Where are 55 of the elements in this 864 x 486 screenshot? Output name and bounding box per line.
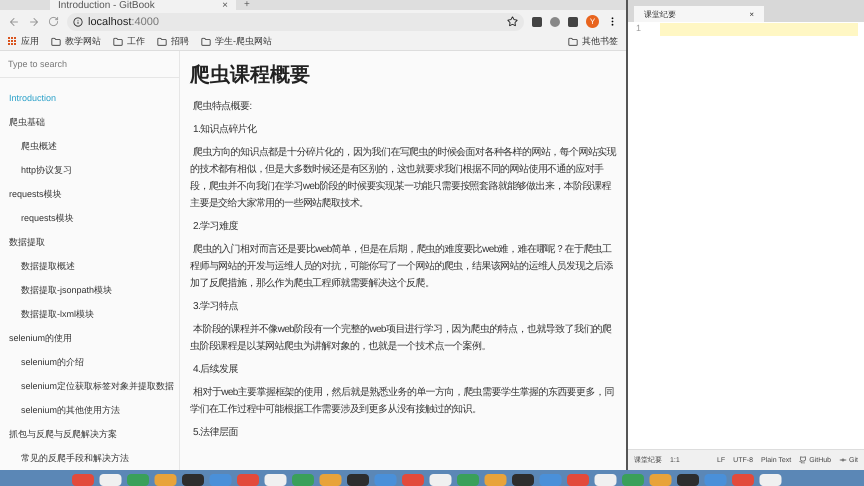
editor-tab[interactable]: 课堂纪要 × <box>634 6 764 22</box>
close-button[interactable]: × <box>222 1 228 10</box>
tab-title: Introduction - GitBook <box>58 1 155 10</box>
sidebar-item[interactable]: http协议复习 <box>0 158 179 182</box>
sidebar-item[interactable]: 数据提取-jsonpath模块 <box>0 278 179 302</box>
tab-title: 课堂纪要 <box>644 8 676 20</box>
github-icon <box>799 456 808 464</box>
bookmark[interactable]: 招聘 <box>157 35 189 48</box>
sidebar-item[interactable]: selenium的介绍 <box>0 350 179 374</box>
info-icon[interactable] <box>73 16 83 26</box>
sidebar-item[interactable]: selenium的使用 <box>0 326 179 350</box>
sidebar-item[interactable]: 爬虫概述 <box>0 134 179 158</box>
sidebar-item[interactable]: 常见的反爬手段和解决方法 <box>0 446 179 470</box>
address-bar[interactable]: localhost:4000 <box>67 12 524 30</box>
bookmark[interactable]: 其他书签 <box>568 35 618 48</box>
forward-icon[interactable] <box>28 16 40 28</box>
reload-icon[interactable] <box>48 16 59 27</box>
bookmark[interactable]: 教学网站 <box>51 35 101 48</box>
folder-icon <box>157 36 167 46</box>
url-text: localhost:4000 <box>88 16 159 28</box>
paragraph: 爬虫特点概要: <box>192 100 253 114</box>
paragraph: 相对于web主要掌握框架的使用，然后就是熟悉业务的单一方向，爬虫需要学生掌握的东西要更多，同学们在工作过程中可能根据工作需要涉及到更多从没有接触过的知识。 <box>190 386 615 417</box>
paragraph: 爬虫的入门相对而言还是要比web简单，但是在后期，爬虫的难度要比web难，难在哪呢？在于爬虫工程师与网站的开发与运维人员的对抗，可能你写了一个网站的爬虫，结果该网站的运维人员发现之后添加了反爬措施，那么作为爬虫工程师就需要解决这个反爬。 <box>190 242 614 291</box>
sidebar-item[interactable]: 数据提取-lxml模块 <box>0 302 179 326</box>
sidebar-item[interactable]: requests模块 <box>0 206 179 230</box>
paragraph: 本阶段的课程并不像web阶段有一个完整的web项目进行学习，因为爬虫的特点，也就导致了我们的爬虫阶段课程是以某网站爬虫为讲解对象的，也就是一个技术点一个案例。 <box>190 322 612 354</box>
bookmark[interactable]: 应用 <box>8 35 39 48</box>
sidebar-item[interactable]: requests模块 <box>0 182 179 206</box>
browser-tab[interactable]: Introduction - GitBook × <box>50 0 236 10</box>
sidebar-item[interactable]: 数据提取 <box>0 230 179 254</box>
star-icon[interactable] <box>507 16 518 27</box>
section-heading: 4.后续发展 <box>192 362 239 377</box>
bookmark[interactable]: 学生-爬虫网站 <box>201 35 272 48</box>
page-title: 爬虫课程概要 <box>190 63 311 88</box>
new-tab-button[interactable]: + <box>244 0 250 10</box>
folder-icon <box>51 36 61 46</box>
search-field[interactable]: Type to search <box>0 51 179 78</box>
folder-icon <box>568 36 578 46</box>
git-commit-icon <box>839 456 848 464</box>
folder-icon <box>113 36 123 46</box>
bookmark[interactable]: 工作 <box>113 35 145 48</box>
section-heading: 3.学习特点 <box>192 300 239 314</box>
sidebar-item[interactable]: selenium定位获取标签对象并提取数据 <box>0 374 179 398</box>
sidebar-item[interactable]: 抓包与反爬与反爬解决方案 <box>0 422 179 446</box>
sidebar-item[interactable]: 爬虫基础 <box>0 110 179 134</box>
apps-grid-icon <box>8 37 17 46</box>
back-icon[interactable] <box>8 16 20 28</box>
folder-icon <box>201 36 211 46</box>
section-heading: 1.知识点碎片化 <box>192 122 258 137</box>
paragraph: 爬虫方向的知识点都是十分碎片化的，因为我们在写爬虫的时候会面对各种各样的网站，每个网站实现的技术都有相似，但是大多数时候还是有区别的，这也就要求我们根据不同的网站使用不通的应对手段，爬虫并不向我们在学习web阶段的时候要实现某一功能只需要按照套路就能够做出来，本阶段课程主要是交给大家常用的一些网站爬取技术。 <box>190 146 618 211</box>
sidebar-item[interactable]: 数据提取概述 <box>0 254 179 278</box>
section-heading: 2.学习难度 <box>192 220 239 234</box>
sidebar-item[interactable]: selenium的其他使用方法 <box>0 398 179 422</box>
section-heading: 5.法律层面 <box>192 426 239 440</box>
close-button[interactable]: × <box>749 10 754 18</box>
